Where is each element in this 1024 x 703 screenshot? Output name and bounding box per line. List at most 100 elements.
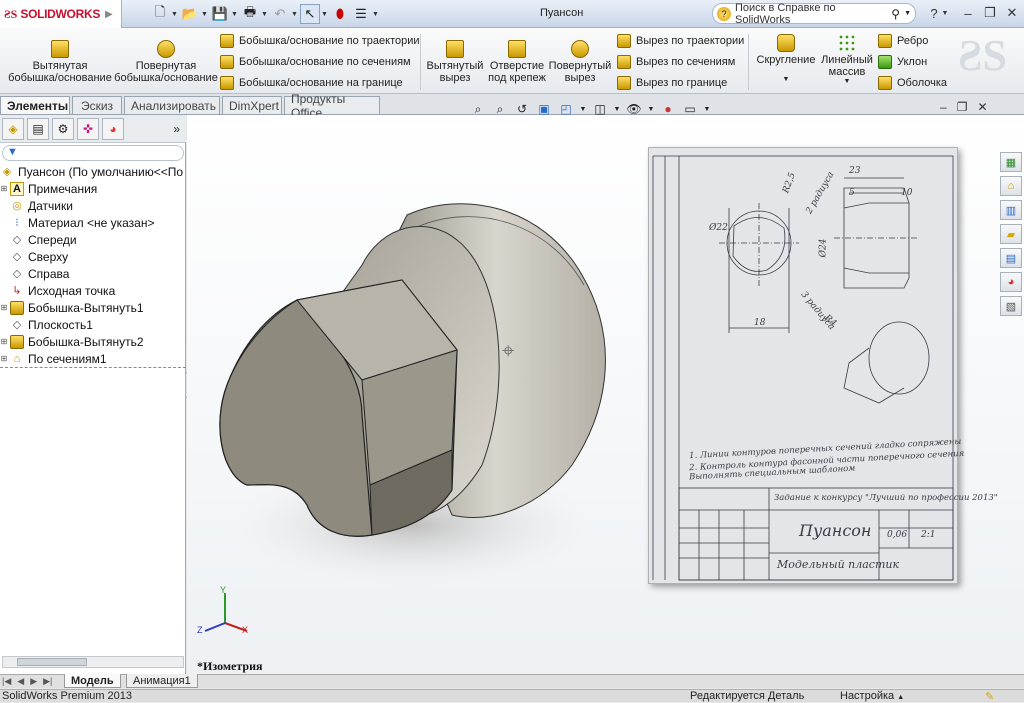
tree-item-origin[interactable]: ↳ Исходная точка: [0, 282, 186, 299]
zoom-to-fit-icon[interactable]: ⌕: [470, 101, 486, 117]
chevron-down-icon[interactable]: ▼: [904, 10, 911, 17]
doc-close-icon[interactable]: ✕: [977, 100, 987, 114]
tab-features[interactable]: Элементы: [0, 96, 70, 114]
chevron-down-icon[interactable]: ▼: [261, 11, 269, 18]
help-search-input[interactable]: ? Поиск в Справке по SolidWorks ⚲ ▼: [712, 2, 916, 26]
file-explorer-icon[interactable]: ▰: [1000, 224, 1022, 244]
edit-appearance-icon[interactable]: ●: [660, 101, 676, 117]
extruded-boss-button[interactable]: Вытянутая бобышка/основание: [8, 40, 112, 84]
prev-tab-icon[interactable]: ◀: [17, 676, 24, 687]
first-tab-icon[interactable]: |◀: [2, 676, 11, 687]
expand-icon[interactable]: ⊞: [0, 303, 8, 312]
rib-button[interactable]: Ребро: [878, 30, 947, 51]
tab-sketch[interactable]: Эскиз: [72, 96, 122, 114]
display-manager-tab-icon[interactable]: ◕: [102, 117, 124, 140]
expand-panel-icon[interactable]: »: [173, 122, 180, 136]
options-icon[interactable]: ☰: [351, 4, 371, 24]
apply-scene-icon[interactable]: ▭: [682, 101, 698, 117]
tree-item-plane1[interactable]: ◇ Плоскость1: [0, 316, 186, 333]
hide-show-items-icon[interactable]: 👁: [626, 101, 642, 117]
configuration-manager-tab-icon[interactable]: ⚙: [52, 117, 74, 140]
tree-item-top-plane[interactable]: ◇ Сверху: [0, 248, 186, 265]
tab-office-products[interactable]: Продукты Office: [284, 92, 380, 120]
shell-button[interactable]: Оболочка: [878, 72, 947, 93]
chevron-down-icon[interactable]: ▼: [940, 4, 950, 22]
chevron-down-icon[interactable]: ▼: [614, 101, 621, 117]
doc-restore-icon[interactable]: ❐: [957, 100, 968, 114]
tree-item-sensors[interactable]: ◎ Датчики: [0, 197, 186, 214]
chevron-down-icon[interactable]: ▼: [291, 11, 299, 18]
horizontal-scrollbar[interactable]: [2, 656, 184, 668]
last-tab-icon[interactable]: ▶|: [43, 676, 52, 687]
chevron-down-icon[interactable]: ▼: [201, 11, 209, 18]
tree-item-front-plane[interactable]: ◇ Спереди: [0, 231, 186, 248]
doc-minimize-icon[interactable]: –: [940, 100, 947, 114]
solidworks-resources-icon[interactable]: ▦: [1000, 152, 1022, 172]
appearances-icon[interactable]: ◕: [1000, 272, 1022, 292]
revolved-cut-button[interactable]: Повернутый вырез: [548, 40, 612, 84]
expand-icon[interactable]: ⊞: [0, 184, 8, 193]
part-model-3d[interactable]: [212, 185, 632, 605]
solidworks-menu-button[interactable]: ƧS SOLIDWORKS ▶: [0, 0, 122, 28]
tree-filter-input[interactable]: ▼: [2, 145, 184, 161]
tab-scroll-arrows[interactable]: |◀ ◀ ▶ ▶|: [2, 676, 52, 687]
expand-icon[interactable]: ⊞: [0, 354, 8, 363]
close-button[interactable]: ✕: [1002, 4, 1022, 22]
undo-icon[interactable]: ↶: [270, 4, 290, 24]
tab-dimxpert[interactable]: DimXpert: [222, 96, 282, 114]
design-library-icon[interactable]: ▥: [1000, 200, 1022, 220]
property-manager-tab-icon[interactable]: ▤: [27, 117, 49, 140]
settings-menu[interactable]: Настройка ▲: [840, 690, 904, 702]
tab-model[interactable]: Модель: [64, 674, 121, 688]
linear-pattern-button[interactable]: Линейный массив ▼: [818, 34, 876, 88]
custom-properties-icon[interactable]: ▧: [1000, 296, 1022, 316]
rebuild-icon[interactable]: ✎: [985, 690, 994, 703]
chevron-down-icon[interactable]: ▼: [580, 101, 587, 117]
dimxpert-manager-tab-icon[interactable]: ✜: [77, 117, 99, 140]
view-palette-icon[interactable]: ▤: [1000, 248, 1022, 268]
save-icon[interactable]: 💾: [210, 4, 230, 24]
chevron-down-icon[interactable]: ▼: [783, 74, 790, 86]
boundary-boss-button[interactable]: Бобышка/основание на границе: [220, 72, 420, 93]
chevron-down-icon[interactable]: ▼: [231, 11, 239, 18]
fillet-button[interactable]: Скругление ▼: [754, 34, 818, 86]
boundary-cut-button[interactable]: Вырез по границе: [617, 72, 744, 93]
tree-item-right-plane[interactable]: ◇ Справа: [0, 265, 186, 282]
revolved-boss-button[interactable]: Повернутая бобышка/основание: [114, 40, 218, 84]
chevron-down-icon[interactable]: ▼: [171, 11, 179, 18]
next-tab-icon[interactable]: ▶: [30, 676, 37, 687]
extruded-cut-button[interactable]: Вытянутый вырез: [424, 40, 486, 84]
feature-manager-tab-icon[interactable]: ◈: [2, 117, 24, 140]
new-document-icon[interactable]: 🗋: [150, 4, 170, 24]
draft-button[interactable]: Уклон: [878, 51, 947, 72]
scrollbar-thumb[interactable]: [17, 658, 87, 666]
swept-boss-button[interactable]: Бобышка/основание по траектории: [220, 30, 420, 51]
hole-wizard-button[interactable]: Отверстие под крепеж: [488, 40, 546, 84]
display-style-icon[interactable]: ◫: [592, 101, 608, 117]
swept-cut-button[interactable]: Вырез по траектории: [617, 30, 744, 51]
lofted-boss-button[interactable]: Бобышка/основание по сечениям: [220, 51, 420, 72]
tree-item-boss-extrude2[interactable]: ⊞ Бобышка-Вытянуть2: [0, 333, 186, 350]
open-folder-icon[interactable]: 📂: [180, 4, 200, 24]
rollback-bar[interactable]: [0, 367, 186, 368]
zoom-to-area-icon[interactable]: ⌕: [492, 101, 508, 117]
tree-item-loft1[interactable]: ⊞ ⌂ По сечениям1: [0, 350, 186, 367]
lofted-cut-button[interactable]: Вырез по сечениям: [617, 51, 744, 72]
print-icon[interactable]: 🖶: [240, 4, 260, 24]
minimize-button[interactable]: –: [958, 4, 978, 22]
tab-animation1[interactable]: Анимация1: [126, 674, 198, 688]
section-view-icon[interactable]: ▣: [536, 101, 552, 117]
tree-root-part[interactable]: ◈ Пуансон (По умолчанию<<По: [0, 163, 186, 180]
home-icon[interactable]: ⌂: [1000, 176, 1022, 196]
tree-item-boss-extrude1[interactable]: ⊞ Бобышка-Вытянуть1: [0, 299, 186, 316]
chevron-down-icon[interactable]: ▼: [648, 101, 655, 117]
chevron-down-icon[interactable]: ▼: [704, 101, 711, 117]
tab-evaluate[interactable]: Анализировать: [124, 96, 220, 114]
select-cursor-icon[interactable]: ↖: [300, 4, 320, 24]
rebuild-traffic-light-icon[interactable]: ⬮: [330, 4, 350, 24]
search-icon[interactable]: ⚲: [891, 7, 900, 21]
view-orientation-icon[interactable]: ◰: [558, 101, 574, 117]
previous-view-icon[interactable]: ↺: [514, 101, 530, 117]
expand-icon[interactable]: ⊞: [0, 337, 8, 346]
restore-button[interactable]: ❐: [980, 4, 1000, 22]
